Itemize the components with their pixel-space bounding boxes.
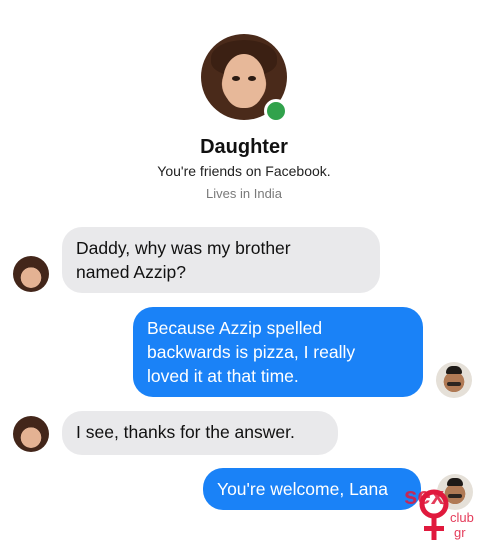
daughter-avatar[interactable] [13, 256, 49, 292]
message-bubble-incoming[interactable]: I see, thanks for the answer. [62, 411, 338, 455]
online-status-dot [264, 99, 288, 123]
message-bubble-outgoing[interactable]: You're welcome, Lana [203, 468, 421, 510]
profile-location-text: Lives in India [206, 186, 282, 201]
message-bubble-incoming[interactable]: Daddy, why was my brother named Azzip? [62, 227, 380, 293]
watermark-text-mid: club [450, 510, 474, 525]
dad-avatar[interactable] [437, 474, 473, 510]
watermark-text-bottom: gr [454, 525, 466, 540]
watermark-venus-bar [424, 526, 444, 531]
watermark-venus-stem [431, 516, 437, 540]
message-bubble-outgoing[interactable]: Because Azzip spelled backwards is pizza… [133, 307, 423, 397]
eye-left [232, 76, 240, 81]
daughter-avatar[interactable] [13, 416, 49, 452]
profile-name[interactable]: Daughter [0, 136, 488, 159]
dad-avatar[interactable] [436, 362, 472, 398]
profile-face [223, 54, 265, 108]
eye-right [248, 76, 256, 81]
profile-friends-text: You're friends on Facebook. [157, 163, 331, 179]
